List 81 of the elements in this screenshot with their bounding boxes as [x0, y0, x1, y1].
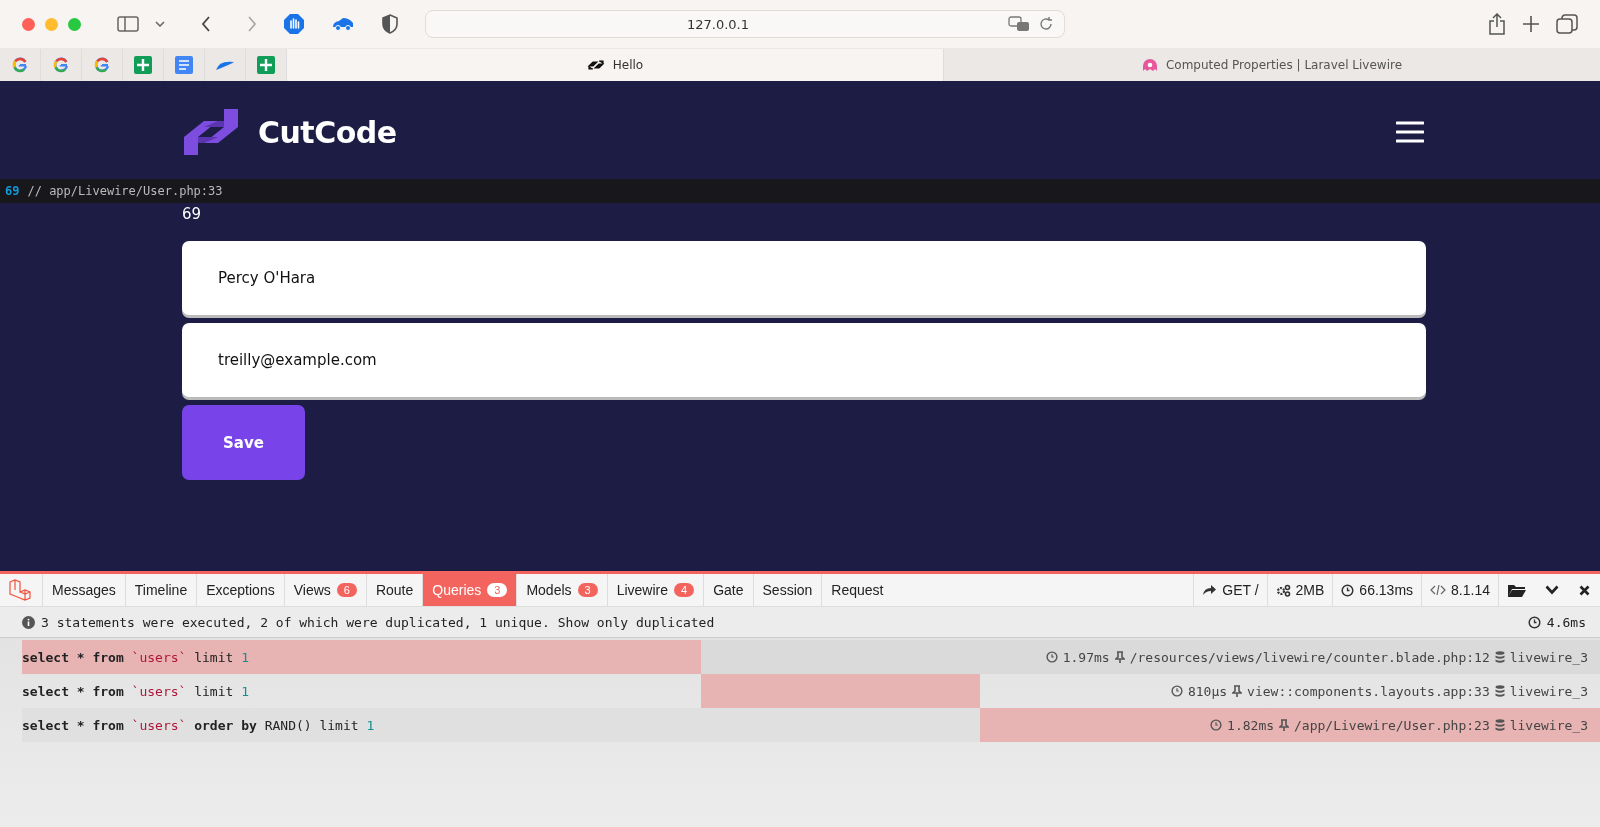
query-connection: livewire_3	[1509, 649, 1588, 665]
brand-name: CutCode	[258, 114, 397, 150]
query-duration: 1.97ms	[1062, 649, 1110, 665]
query-source: /resources/views/livewire/counter.blade.php:12	[1129, 649, 1490, 665]
sql-statement: select * from `users` limit 1	[22, 683, 250, 699]
close-window-button[interactable]	[22, 17, 35, 31]
stat-value: GET /	[1222, 582, 1259, 598]
debugbar-tab[interactable]: Views 6	[283, 574, 366, 606]
query-duration: 810μs	[1187, 683, 1228, 699]
query-source: view::components.layouts.app:33	[1247, 683, 1490, 699]
google-icon[interactable]	[53, 57, 69, 73]
cogs-icon	[1275, 583, 1291, 597]
spreadsheet-icon[interactable]	[134, 56, 152, 74]
query-duration: 1.82ms	[1227, 717, 1275, 733]
link-logo-icon	[586, 58, 605, 72]
google-icon[interactable]	[12, 57, 28, 73]
ghost-icon	[1141, 58, 1158, 72]
clock-icon	[1045, 651, 1058, 663]
database-icon	[1494, 685, 1505, 697]
plus-icon[interactable]	[1522, 15, 1540, 33]
logo-icon	[182, 107, 240, 157]
clock-icon	[1170, 685, 1183, 697]
debugbar-tab[interactable]: Gate	[703, 574, 753, 606]
folder-icon[interactable]	[1507, 582, 1527, 598]
share-arrow-icon	[1202, 584, 1218, 596]
debugbar-tab[interactable]: Timeline	[124, 574, 197, 606]
counter-value: 69	[182, 205, 202, 223]
laravel-logo-icon[interactable]	[8, 579, 32, 601]
stat-value: 2MB	[1295, 582, 1325, 598]
debugbar-tab[interactable]: Request	[821, 574, 893, 606]
close-icon[interactable]	[1579, 584, 1590, 596]
stat-value: 66.13ms	[1359, 582, 1414, 598]
input-field[interactable]: Percy O'Hara	[182, 241, 1426, 315]
total-time: 4.6ms	[1546, 614, 1586, 630]
stat-value: 8.1.14	[1451, 582, 1490, 598]
menu-icon[interactable]	[1396, 121, 1424, 143]
query-source: /app/Livewire/User.php:23	[1294, 717, 1490, 733]
document-icon[interactable]	[175, 56, 193, 74]
pin-icon	[1232, 685, 1243, 697]
query-row[interactable]: select * from `users` order by RAND() limit 1 1.82ms /app/Livewire/User.php:23 livewire_3	[22, 708, 1600, 742]
pin-icon	[1114, 651, 1125, 663]
debugbar-tab[interactable]: Messages	[42, 574, 125, 606]
translate-icon[interactable]	[1008, 16, 1030, 32]
clock-icon	[1341, 583, 1355, 597]
shield-icon[interactable]	[381, 14, 399, 34]
dump-location: // app/Livewire/User.php:33	[27, 184, 223, 198]
dump-value: 69	[5, 184, 20, 198]
code-icon	[1430, 584, 1447, 596]
summary-text: 3 statements were executed, 2 of which were duplicated, 1 unique.	[41, 614, 550, 630]
debugbar-tab[interactable]: Session	[752, 574, 822, 606]
debugbar-tab[interactable]: Models 3	[516, 574, 607, 606]
query-connection: livewire_3	[1509, 717, 1588, 733]
hand-stop-icon[interactable]	[283, 13, 305, 35]
query-connection: livewire_3	[1509, 683, 1588, 699]
chevron-down-icon[interactable]	[1545, 585, 1559, 595]
forward-icon[interactable]	[247, 16, 257, 32]
sql-statement: select * from `users` limit 1	[22, 649, 250, 665]
pin-icon	[1279, 719, 1290, 731]
clock-icon	[1527, 615, 1541, 629]
query-row[interactable]: select * from `users` limit 1 810μs view::components.layouts.app:33 livewire_3	[22, 674, 1600, 708]
address-bar[interactable]: 127.0.0.1	[425, 10, 1065, 38]
car-icon[interactable]	[331, 16, 355, 32]
share-icon[interactable]	[1488, 13, 1506, 35]
save-button[interactable]: Save	[182, 405, 305, 480]
database-icon	[1494, 719, 1505, 731]
clock-icon	[1210, 719, 1223, 731]
sidebar-icon[interactable]	[117, 16, 139, 32]
show-duplicated-link[interactable]: Show only duplicated	[557, 614, 715, 630]
sql-statement: select * from `users` order by RAND() limit 1	[22, 717, 376, 733]
back-icon[interactable]	[201, 16, 211, 32]
spreadsheet-icon[interactable]	[257, 56, 275, 74]
tab-overview-icon[interactable]	[1556, 14, 1578, 34]
reload-icon[interactable]	[1038, 16, 1054, 32]
database-icon	[1494, 651, 1505, 663]
info-icon	[22, 615, 35, 629]
google-icon[interactable]	[94, 57, 110, 73]
debugbar-tab[interactable]: Exceptions	[196, 574, 284, 606]
debugbar-tab[interactable]: Livewire 4	[606, 574, 704, 606]
query-row[interactable]: select * from `users` limit 1 1.97ms /resources/views/livewire/counter.blade.php:12 livewire_3	[22, 640, 1600, 674]
browser-tab[interactable]: Computed Properties | Laravel Livewire	[943, 49, 1600, 81]
input-field[interactable]: treilly@example.com	[182, 323, 1426, 397]
